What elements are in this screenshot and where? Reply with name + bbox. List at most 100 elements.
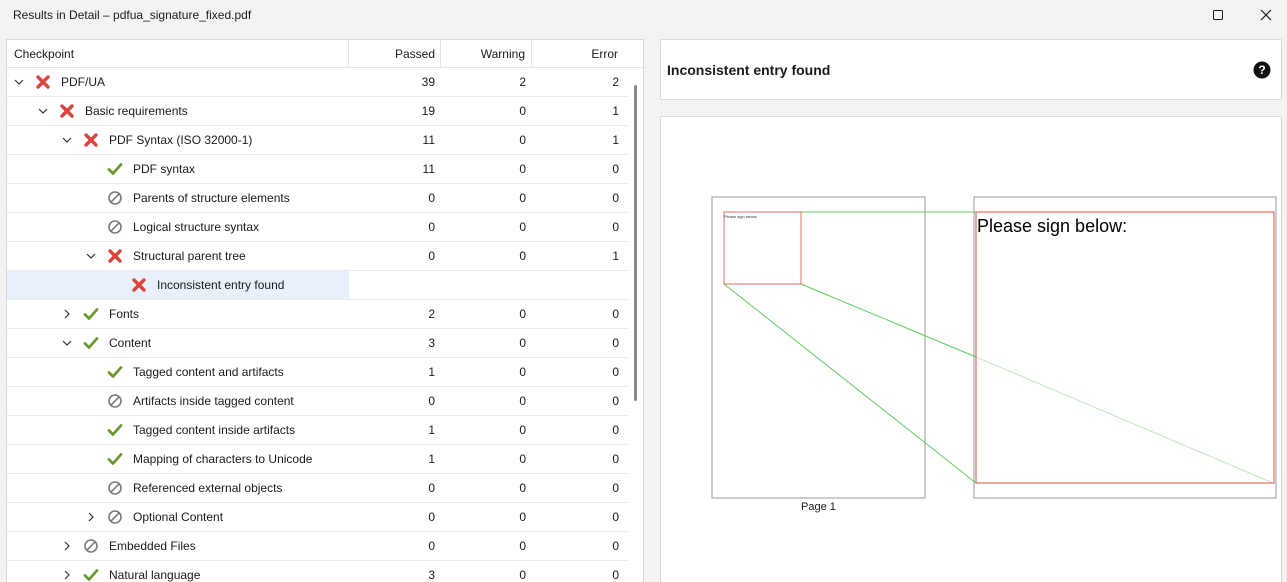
- error-count: 0: [612, 481, 619, 495]
- maximize-icon: [1213, 10, 1223, 20]
- not-applicable-icon: [107, 219, 123, 235]
- passed-count: 11: [422, 162, 435, 176]
- close-button[interactable]: [1243, 0, 1287, 30]
- error-x-icon: [35, 74, 51, 90]
- preview-canvas: [711, 196, 1277, 499]
- tree-row[interactable]: Mapping of characters to Unicode 1 0 0: [7, 445, 628, 474]
- not-applicable-icon: [83, 538, 99, 554]
- passed-count: 3: [428, 336, 435, 350]
- warning-count: 0: [519, 481, 526, 495]
- tree-row[interactable]: Inconsistent entry found: [7, 271, 628, 300]
- error-x-icon: [107, 248, 123, 264]
- vertical-scrollbar[interactable]: [634, 85, 637, 401]
- thumbnail-text: Please sign below:: [724, 214, 758, 219]
- pass-check-icon: [83, 306, 99, 322]
- chevron-down-icon[interactable]: [61, 337, 73, 349]
- tree-row[interactable]: Fonts 2 0 0: [7, 300, 628, 329]
- tree-row[interactable]: Natural language 3 0 0: [7, 561, 628, 582]
- row-label: Content: [109, 336, 152, 350]
- pass-check-icon: [83, 567, 99, 582]
- row-label: Structural parent tree: [133, 249, 246, 263]
- chevron-right-icon[interactable]: [61, 308, 73, 320]
- tree-row[interactable]: PDF/UA 39 2 2: [7, 68, 628, 97]
- passed-count: 2: [428, 307, 435, 321]
- tree-row[interactable]: Referenced external objects 0 0 0: [7, 474, 628, 503]
- passed-count: 11: [422, 133, 435, 147]
- error-x-icon: [131, 277, 147, 293]
- warning-count: 0: [519, 191, 526, 205]
- pass-check-icon: [107, 364, 123, 380]
- tree-row[interactable]: PDF syntax 11 0 0: [7, 155, 628, 184]
- column-header-passed[interactable]: Passed: [349, 40, 435, 68]
- passed-count: 19: [421, 104, 435, 118]
- error-count: 2: [612, 75, 619, 89]
- warning-count: 0: [519, 307, 526, 321]
- warning-count: 0: [519, 365, 526, 379]
- detail-header: Inconsistent entry found ?: [660, 39, 1282, 100]
- passed-count: 1: [428, 365, 435, 379]
- error-count: 0: [612, 539, 619, 553]
- chevron-down-icon[interactable]: [37, 105, 49, 117]
- title-bar: Results in Detail – pdfua_signature_fixe…: [0, 0, 1287, 32]
- tree-row[interactable]: Artifacts inside tagged content 0 0 0: [7, 387, 628, 416]
- not-applicable-icon: [107, 393, 123, 409]
- pass-check-icon: [83, 335, 99, 351]
- row-label: Basic requirements: [85, 104, 188, 118]
- maximize-button[interactable]: [1195, 0, 1241, 30]
- tree-row[interactable]: Embedded Files 0 0 0: [7, 532, 628, 561]
- tree-row[interactable]: Structural parent tree 0 0 1: [7, 242, 628, 271]
- warning-count: 0: [519, 133, 526, 147]
- not-applicable-icon: [107, 480, 123, 496]
- row-label: PDF Syntax (ISO 32000-1): [109, 133, 253, 147]
- page-label: Page 1: [801, 501, 836, 513]
- tree-row[interactable]: Logical structure syntax 0 0 0: [7, 213, 628, 242]
- chevron-down-icon[interactable]: [13, 76, 25, 88]
- warning-count: 2: [519, 75, 526, 89]
- row-label: Fonts: [109, 307, 140, 321]
- passed-count: 0: [428, 481, 435, 495]
- passed-count: 39: [421, 75, 435, 89]
- passed-count: 0: [428, 394, 435, 408]
- page-thumbnail: [711, 196, 926, 499]
- chevron-right-icon[interactable]: [61, 569, 73, 581]
- checkpoint-tree: PDF/UA 39 2 2 Basic requirements 19 0 1 PDF Synt…: [7, 68, 628, 582]
- passed-count: 3: [428, 568, 435, 582]
- column-header-warning[interactable]: Warning: [441, 40, 525, 68]
- chevron-down-icon[interactable]: [61, 134, 73, 146]
- chevron-right-icon[interactable]: [85, 511, 97, 523]
- chevron-down-icon[interactable]: [85, 250, 97, 262]
- tree-row[interactable]: Optional Content 0 0 0: [7, 503, 628, 532]
- warning-count: 0: [519, 220, 526, 234]
- error-x-icon: [59, 103, 75, 119]
- tree-row[interactable]: Tagged content inside artifacts 1 0 0: [7, 416, 628, 445]
- tree-row[interactable]: Parents of structure elements 0 0 0: [7, 184, 628, 213]
- row-label: Natural language: [109, 568, 201, 582]
- row-label: Parents of structure elements: [133, 191, 290, 205]
- close-icon: [1260, 9, 1272, 21]
- error-count: 1: [612, 133, 619, 147]
- error-count: 0: [612, 394, 619, 408]
- pass-check-icon: [107, 422, 123, 438]
- row-label: Embedded Files: [109, 539, 196, 553]
- tree-row[interactable]: Tagged content and artifacts 1 0 0: [7, 358, 628, 387]
- tree-row[interactable]: Basic requirements 19 0 1: [7, 97, 628, 126]
- zoom-view: [973, 196, 1277, 499]
- row-label: PDF/UA: [61, 75, 106, 89]
- passed-count: 1: [428, 423, 435, 437]
- tree-row[interactable]: Content 3 0 0: [7, 329, 628, 358]
- help-icon[interactable]: ?: [1253, 61, 1271, 79]
- chevron-right-icon[interactable]: [61, 540, 73, 552]
- svg-text:?: ?: [1258, 63, 1265, 77]
- error-count: 0: [612, 423, 619, 437]
- column-header-checkpoint[interactable]: Checkpoint: [14, 40, 74, 68]
- error-count: 1: [612, 104, 619, 118]
- warning-count: 0: [519, 452, 526, 466]
- not-applicable-icon: [107, 509, 123, 525]
- passed-count: 1: [428, 452, 435, 466]
- error-count: 0: [612, 365, 619, 379]
- row-label: Logical structure syntax: [133, 220, 260, 234]
- tree-row[interactable]: PDF Syntax (ISO 32000-1) 11 0 1: [7, 126, 628, 155]
- column-header-error[interactable]: Error: [532, 40, 618, 68]
- warning-count: 0: [519, 568, 526, 582]
- row-label: Referenced external objects: [133, 481, 283, 495]
